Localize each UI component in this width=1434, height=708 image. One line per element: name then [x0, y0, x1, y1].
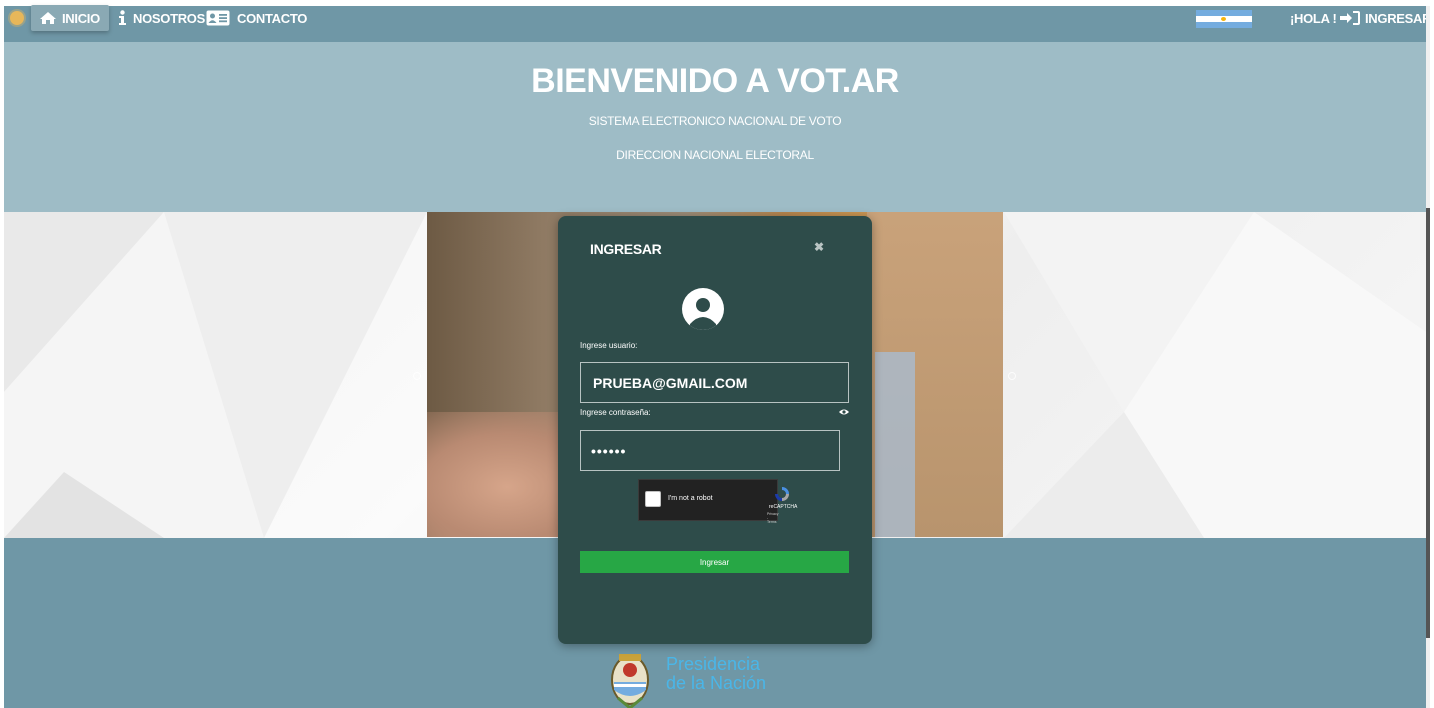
recaptcha-checkbox[interactable] — [645, 491, 661, 507]
nav-item-nosotros[interactable]: NOSOTROS — [118, 5, 205, 31]
nav-label-contacto: CONTACTO — [237, 10, 308, 26]
national-coat-of-arms-logo — [611, 654, 649, 708]
user-avatar-icon — [682, 288, 724, 330]
nav-label-nosotros: NOSOTROS — [133, 10, 205, 26]
close-icon[interactable]: ✖ — [814, 240, 824, 254]
login-modal: INGRESAR ✖ Ingrese usuario: Ingrese cont… — [558, 216, 872, 644]
recaptcha-logo-icon — [775, 487, 789, 501]
carousel-prev-indicator[interactable] — [413, 372, 421, 380]
password-input[interactable] — [580, 430, 840, 471]
argentina-flag-icon[interactable] — [1196, 10, 1252, 28]
nav-item-contacto[interactable]: CONTACTO — [206, 5, 307, 31]
carousel-next-indicator[interactable] — [1008, 372, 1016, 380]
username-label: Ingrese usuario: — [580, 341, 638, 350]
hero-subtitle-direction: DIRECCION NACIONAL ELECTORAL — [616, 148, 814, 162]
scrollbar-thumb[interactable] — [1426, 208, 1430, 638]
page-title: BIENVENIDO A VOT.AR — [531, 62, 899, 100]
nav-label-inicio: INICIO — [62, 10, 100, 26]
presidencia-logo-text: Presidencia de la Nación — [666, 655, 766, 693]
nav-login-link[interactable]: INGRESAR — [1340, 5, 1432, 31]
recaptcha-widget: I'm not a robot reCAPTCHA Privacy - Term… — [638, 479, 797, 524]
footer-line-nacion: de la Nación — [666, 673, 767, 693]
modal-title: INGRESAR — [590, 241, 662, 257]
sun-logo-icon[interactable] — [10, 11, 24, 25]
contact-card-icon — [206, 10, 230, 26]
info-icon — [119, 10, 126, 25]
hero-banner: BIENVENIDO A VOT.AR SISTEMA ELECTRONICO … — [4, 42, 1426, 212]
recaptcha-label: I'm not a robot — [668, 495, 713, 502]
greeting-text: ¡HOLA ! — [1290, 10, 1337, 26]
footer-line-presidencia: Presidencia — [666, 654, 761, 674]
home-icon — [40, 12, 56, 24]
username-input[interactable] — [580, 362, 849, 403]
login-submit-button[interactable]: Ingresar — [580, 551, 849, 573]
nav-item-inicio[interactable]: INICIO — [31, 5, 109, 31]
sign-in-icon — [1340, 11, 1360, 25]
nav-login-label: INGRESAR — [1365, 10, 1432, 26]
hero-subtitle-system: SISTEMA ELECTRONICO NACIONAL DE VOTO — [588, 114, 842, 128]
recaptcha-terms[interactable]: Privacy - Terms — [767, 512, 778, 524]
recaptcha-brand: reCAPTCHA — [769, 504, 798, 510]
password-label: Ingrese contraseña: — [580, 408, 651, 417]
show-password-eye-icon[interactable] — [839, 408, 849, 416]
